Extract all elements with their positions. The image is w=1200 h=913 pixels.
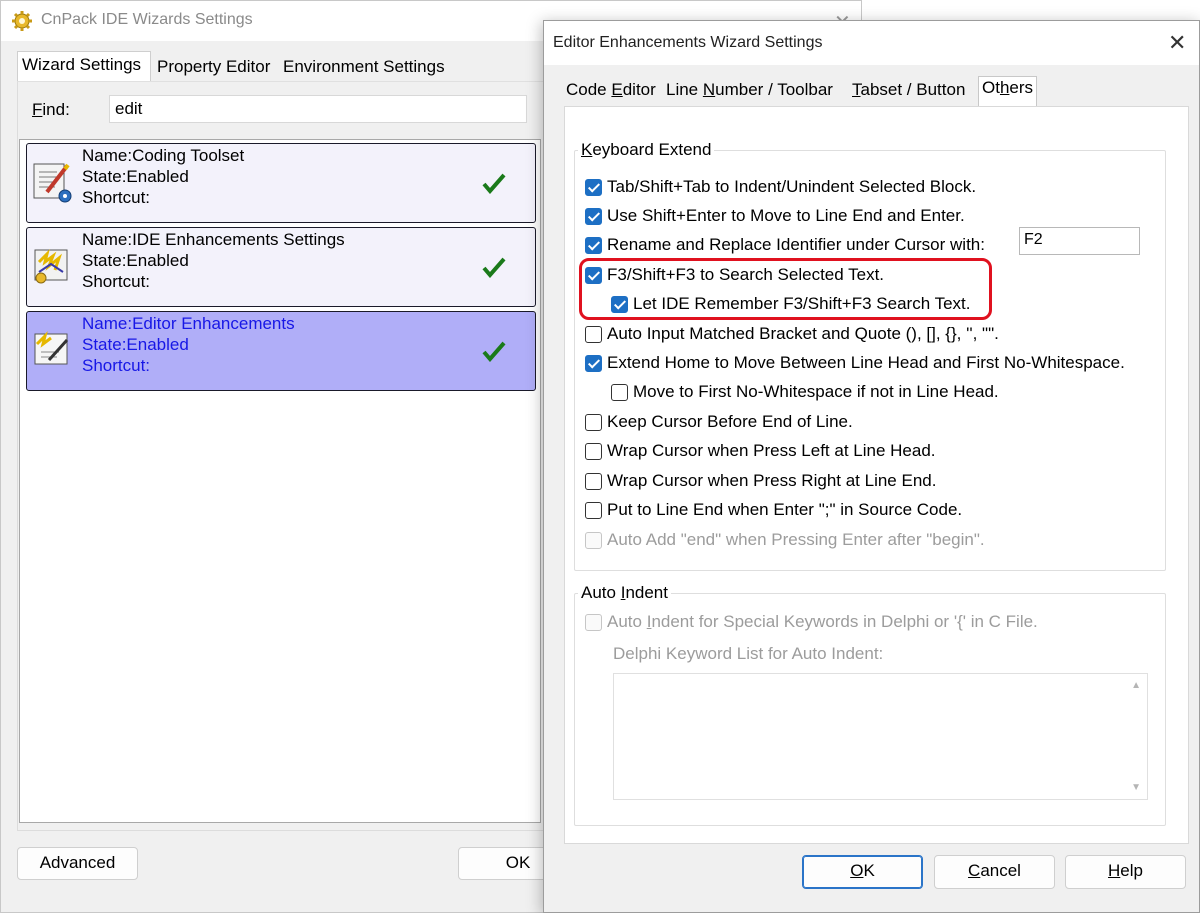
editor-enhancements-icon: [34, 331, 69, 365]
checkbox-box[interactable]: [585, 443, 602, 460]
wizard-shortcut: Shortcut:: [82, 188, 151, 207]
scroll-down-icon[interactable]: ▼: [1131, 782, 1141, 793]
checkbox-label: Extend Home to Move Between Line Head an…: [607, 353, 1125, 372]
tab-property-editor[interactable]: Property Editor: [153, 54, 274, 82]
window-title: CnPack IDE Wizards Settings: [41, 11, 253, 28]
checkbox-box[interactable]: [585, 326, 602, 343]
checkbox-box[interactable]: [585, 179, 602, 196]
checkbox-label: Rename and Replace Identifier under Curs…: [607, 235, 985, 254]
scroll-up-icon[interactable]: ▲: [1131, 680, 1141, 691]
checkbox-label: Tab/Shift+Tab to Indent/Unindent Selecte…: [607, 177, 977, 196]
tab-line-number-toolbar[interactable]: Line Number / Toolbar: [663, 79, 836, 107]
dialog-title: Editor Enhancements Wizard Settings: [553, 34, 823, 51]
keyword-list-textarea[interactable]: ▲ ▼: [613, 673, 1148, 800]
gear-icon: [12, 11, 32, 31]
checkbox-box[interactable]: [585, 355, 602, 372]
checkbox-box[interactable]: [585, 502, 602, 519]
wizard-shortcut: Shortcut:: [82, 272, 151, 291]
close-icon[interactable]: ✕: [1168, 30, 1186, 56]
dialog-title-bar[interactable]: Editor Enhancements Wizard Settings ✕: [544, 21, 1199, 65]
enabled-check-icon: [482, 257, 506, 278]
tab-environment-settings[interactable]: Environment Settings: [279, 54, 449, 82]
others-tab-panel: Keyboard Extend Tab/Shift+Tab to Indent/…: [564, 106, 1189, 844]
checkbox-box[interactable]: [585, 532, 602, 549]
list-item-ide-enhancements[interactable]: Name:IDE Enhancements Settings State:Ena…: [26, 227, 536, 307]
tab-code-editor[interactable]: Code Editor: [563, 79, 659, 107]
checkbox-box[interactable]: [585, 414, 602, 431]
wizard-state: State:Enabled: [82, 335, 189, 354]
wizard-name: Name:Editor Enhancements: [82, 314, 295, 333]
checkbox-box[interactable]: [585, 614, 602, 631]
tab-wizard-settings[interactable]: Wizard Settings: [17, 51, 151, 83]
wizard-list[interactable]: Name:Coding Toolset State:Enabled Shortc…: [19, 139, 541, 823]
checkbox-label: Use Shift+Enter to Move to Line End and …: [607, 206, 965, 225]
keyword-list-label: Delphi Keyword List for Auto Indent:: [613, 644, 884, 663]
list-item-editor-enhancements[interactable]: Name:Editor Enhancements State:Enabled S…: [26, 311, 536, 391]
checkbox-label: Auto Add "end" when Pressing Enter after…: [607, 530, 985, 549]
checkbox-label: Keep Cursor Before End of Line.: [607, 412, 853, 431]
keyboard-extend-title: Keyboard Extend: [578, 140, 715, 160]
help-button[interactable]: Help: [1065, 855, 1186, 889]
checkbox-label: Move to First No-Whitespace if not in Li…: [633, 382, 999, 401]
checkbox-box[interactable]: [585, 237, 602, 254]
enabled-check-icon: [482, 173, 506, 194]
enabled-check-icon: [482, 341, 506, 362]
tab-others[interactable]: Others: [978, 76, 1038, 106]
checkbox-label: Wrap Cursor when Press Left at Line Head…: [607, 441, 936, 460]
ide-enhancements-icon: [34, 249, 68, 284]
editor-enhancements-dialog: Editor Enhancements Wizard Settings ✕ Co…: [543, 20, 1200, 913]
advanced-button[interactable]: Advanced: [17, 847, 138, 880]
coding-toolset-icon: [33, 163, 72, 203]
list-item-coding-toolset[interactable]: Name:Coding Toolset State:Enabled Shortc…: [26, 143, 536, 223]
checkbox-label: Auto Input Matched Bracket and Quote (),…: [607, 324, 999, 343]
wizard-name: Name:IDE Enhancements Settings: [82, 230, 345, 249]
ok-button[interactable]: OK: [802, 855, 923, 889]
checkbox-box[interactable]: [611, 384, 628, 401]
cancel-button[interactable]: Cancel: [934, 855, 1055, 889]
rename-shortcut-input[interactable]: F2: [1019, 227, 1140, 255]
checkbox-box[interactable]: [585, 473, 602, 490]
tab-tabset-button[interactable]: Tabset / Button: [849, 79, 968, 107]
wizard-state: State:Enabled: [82, 167, 189, 186]
wizard-shortcut: Shortcut:: [82, 356, 151, 375]
checkbox-label: Put to Line End when Enter ";" in Source…: [607, 500, 963, 519]
checkbox-label: Auto Indent for Special Keywords in Delp…: [607, 612, 1038, 631]
wizard-name: Name:Coding Toolset: [82, 146, 245, 165]
checkbox-box[interactable]: [585, 208, 602, 225]
wizard-state: State:Enabled: [82, 251, 189, 270]
highlight-annotation: [579, 258, 992, 320]
auto-indent-title: Auto Indent: [578, 583, 671, 603]
checkbox-label: Wrap Cursor when Press Right at Line End…: [607, 471, 937, 490]
find-input[interactable]: edit: [109, 95, 527, 123]
find-label: Find:: [32, 100, 70, 119]
